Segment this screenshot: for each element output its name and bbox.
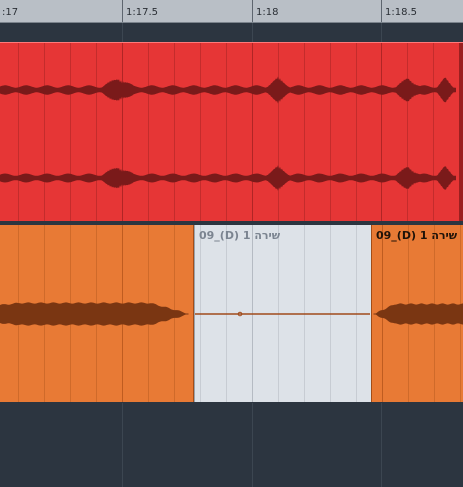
waveform-red — [0, 76, 456, 191]
audio-track-orange[interactable]: 09_(D) שירה 1 09_(D) שירה 1 — [0, 225, 463, 402]
empty-track-area[interactable] — [0, 403, 463, 487]
ruler-tick — [122, 0, 123, 22]
waveform-orange — [0, 302, 463, 326]
ruler-tick — [252, 0, 253, 22]
ruler-label: 1:18 — [256, 7, 279, 18]
track-gap — [0, 23, 463, 42]
ruler-tick — [381, 0, 382, 22]
ruler-label: 1:18.5 — [385, 7, 417, 18]
ruler-label: :17 — [2, 7, 19, 18]
audio-track-red[interactable] — [0, 42, 463, 222]
timeline-ruler[interactable]: :17 1:17.5 1:18 1:18.5 — [0, 0, 463, 23]
ruler-label: 1:17.5 — [126, 7, 158, 18]
